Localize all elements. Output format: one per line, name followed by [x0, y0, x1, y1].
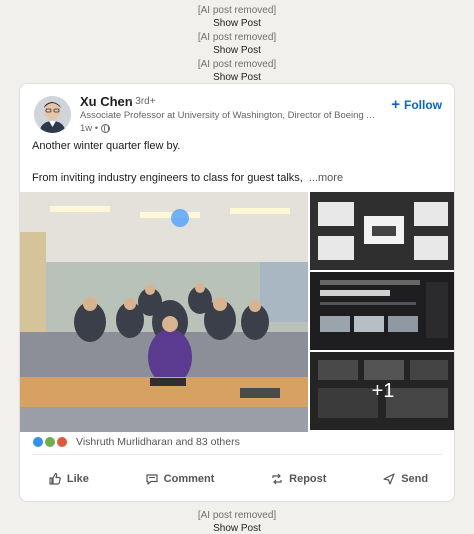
- repost-icon: [272, 473, 282, 485]
- repost-button[interactable]: Repost: [270, 472, 326, 486]
- follow-label: Follow: [404, 98, 442, 112]
- post-actions: Like Comment Repost Send: [20, 464, 454, 494]
- comment-label: Comment: [163, 473, 215, 485]
- like-label: Like: [66, 473, 89, 485]
- post-time-label: 1w •: [80, 123, 99, 134]
- removed-post-label: [AI post removed]: [197, 510, 277, 521]
- connection-degree: • 3rd+: [129, 96, 156, 107]
- author-name[interactable]: Xu Chen: [80, 94, 133, 109]
- post-image-thumbnail[interactable]: [310, 192, 454, 270]
- author-headline: Associate Professor at University of Was…: [80, 110, 380, 121]
- comment-button[interactable]: Comment: [145, 472, 215, 486]
- repost-label: Repost: [289, 473, 327, 485]
- post-timestamp: 1w •: [80, 123, 111, 134]
- removed-post-notice: [AI post removed] Show Post: [0, 509, 474, 534]
- like-button[interactable]: Like: [48, 472, 89, 486]
- like-reaction-icon: [32, 436, 44, 448]
- show-post-button[interactable]: Show Post: [0, 44, 474, 57]
- globe-icon: [101, 124, 111, 133]
- more-images-count: +1: [310, 352, 454, 430]
- removed-post-notice: [AI post removed] Show Post: [0, 31, 474, 57]
- plus-icon: +: [391, 96, 400, 113]
- removed-post-label: [AI post removed]: [197, 32, 277, 43]
- removed-post-notice: [AI post removed] Show Post: [0, 4, 474, 30]
- show-post-button[interactable]: Show Post: [0, 522, 474, 534]
- see-more-link[interactable]: ...more: [309, 172, 343, 184]
- avatar[interactable]: [34, 96, 71, 133]
- post-text-line: From inviting industry engineers to clas…: [32, 172, 343, 184]
- post-text-line: Another winter quarter flew by.: [32, 140, 181, 152]
- celebrate-reaction-icon: [44, 436, 56, 448]
- classroom-photo[interactable]: [20, 192, 308, 432]
- post-card: Xu Chen • 3rd+ Associate Professor at Un…: [19, 83, 455, 502]
- send-button[interactable]: Send: [382, 472, 428, 486]
- reactions-text: Vishruth Murlidharan and 83 others: [76, 436, 240, 448]
- show-post-button[interactable]: Show Post: [0, 17, 474, 30]
- removed-post-label: [AI post removed]: [197, 59, 277, 70]
- thumbs-up-icon: [49, 472, 61, 485]
- follow-button[interactable]: + Follow: [391, 96, 442, 113]
- send-label: Send: [401, 473, 429, 485]
- post-image-thumbnail[interactable]: +1: [310, 352, 454, 430]
- reactions-summary[interactable]: Vishruth Murlidharan and 83 others: [32, 436, 240, 448]
- comment-icon: [146, 474, 158, 485]
- removed-post-notice: [AI post removed] Show Post: [0, 58, 474, 84]
- divider: [32, 454, 442, 455]
- post-text-content: From inviting industry engineers to clas…: [32, 172, 303, 184]
- send-icon: [383, 473, 395, 485]
- love-reaction-icon: [56, 436, 68, 448]
- removed-post-label: [AI post removed]: [197, 5, 277, 16]
- post-image-thumbnail[interactable]: [310, 272, 454, 350]
